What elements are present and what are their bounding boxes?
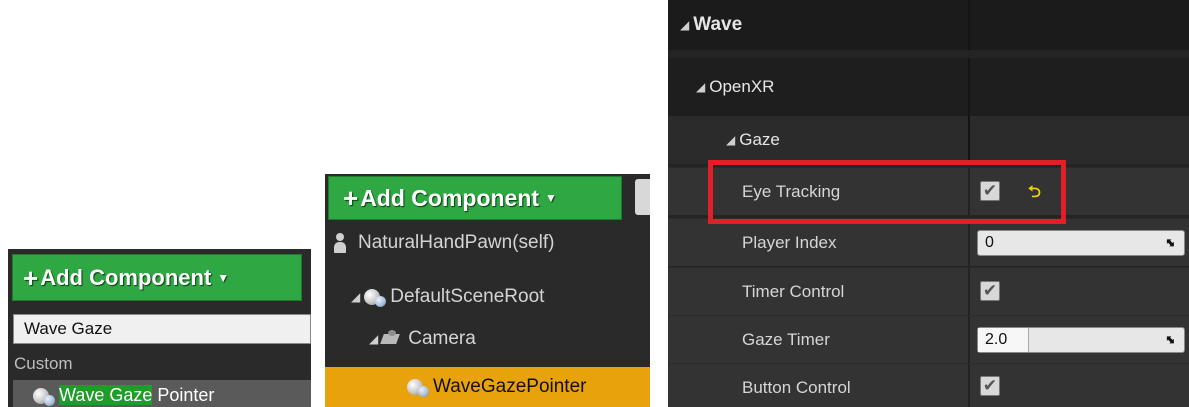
property-label: Timer Control [742,282,845,301]
spin-value: 0 [985,234,994,251]
resize-arrow-icon: ⬌ [1161,233,1181,252]
search-result-item[interactable]: Wave Gaze Pointer [13,380,311,407]
player-index-input[interactable]: 0 ⬌ [977,230,1185,256]
plus-icon: + [23,262,39,293]
tree-item-label: Camera [408,328,476,349]
collapse-arrow-icon: ◢ [726,133,736,147]
section-title: Wave [693,14,743,35]
search-match-highlight: Wave Gaze [59,385,153,405]
tree-item-label: DefaultSceneRoot [390,286,545,307]
scene-component-icon [364,287,387,307]
search-result-rest: Pointer [152,385,215,405]
property-player-index: Player Index 0 ⬌ [668,218,1189,266]
resize-arrow-icon: ⬌ [1161,330,1181,349]
property-gaze-timer: Gaze Timer 2.0 ⬌ [668,315,1189,363]
component-search-panel: + Add Component ▼ Wave Gaze Custom Wave … [8,249,311,407]
timer-control-checkbox[interactable]: ✔ [980,281,1000,301]
section-wave[interactable]: ◢ Wave [668,0,1189,50]
property-label: Gaze Timer [742,330,830,349]
property-label: Button Control [742,378,851,397]
add-component-button[interactable]: + Add Component ▼ [328,176,622,220]
collapse-arrow-icon: ◢ [680,18,690,32]
tree-item-label: WaveGazePointer [433,376,587,397]
scene-component-icon [407,377,429,397]
section-gaze[interactable]: ◢ Gaze [668,116,1189,164]
section-openxr[interactable]: ◢ OpenXR [668,58,1189,116]
chevron-down-icon: ▼ [545,191,557,205]
tree-item-self[interactable]: NaturalHandPawn(self) [325,232,554,254]
collapse-arrow-icon: ◢ [696,80,706,94]
property-label: Eye Tracking [742,182,841,201]
gaze-timer-input[interactable]: 2.0 ⬌ [977,327,1185,353]
property-timer-control: Timer Control ✔ [668,267,1189,315]
tree-item-default-scene-root[interactable]: ◢ DefaultSceneRoot [351,286,544,308]
spin-value: 2.0 [985,331,1008,348]
expand-arrow-icon[interactable]: ◢ [369,332,378,346]
category-label: Custom [14,354,73,373]
plus-icon: + [343,183,359,213]
component-search-input[interactable] [635,179,650,215]
section-title: OpenXR [709,77,775,96]
property-eye-tracking: Eye Tracking ✔ ⮌ [668,167,1189,215]
add-component-button[interactable]: + Add Component ▼ [12,254,302,301]
chevron-down-icon: ▼ [217,270,230,285]
pawn-icon [334,232,346,253]
section-title: Gaze [739,130,780,149]
scene-component-icon [33,386,55,407]
components-tree-panel: + Add Component ▼ NaturalHandPawn(self) … [325,174,650,407]
tree-item-label: NaturalHandPawn(self) [358,232,555,253]
button-control-checkbox[interactable]: ✔ [980,376,1000,396]
tree-item-wave-gaze-pointer[interactable]: WaveGazePointer [325,367,650,407]
eye-tracking-checkbox[interactable]: ✔ [980,181,1000,201]
details-panel: ◢ Wave ◢ OpenXR ◢ Gaze Eye Tracking ✔ ⮌ … [668,0,1189,407]
reset-to-default-icon[interactable]: ⮌ [1028,181,1041,208]
property-button-control: Button Control ✔ [668,363,1189,407]
property-label: Player Index [742,233,837,252]
component-search-input[interactable]: Wave Gaze [13,314,311,344]
expand-arrow-icon[interactable]: ◢ [351,290,360,304]
add-component-label: Add Component [40,264,212,290]
camera-icon [382,330,404,348]
tree-item-camera[interactable]: ◢ Camera [369,328,476,350]
add-component-label: Add Component [360,184,540,211]
